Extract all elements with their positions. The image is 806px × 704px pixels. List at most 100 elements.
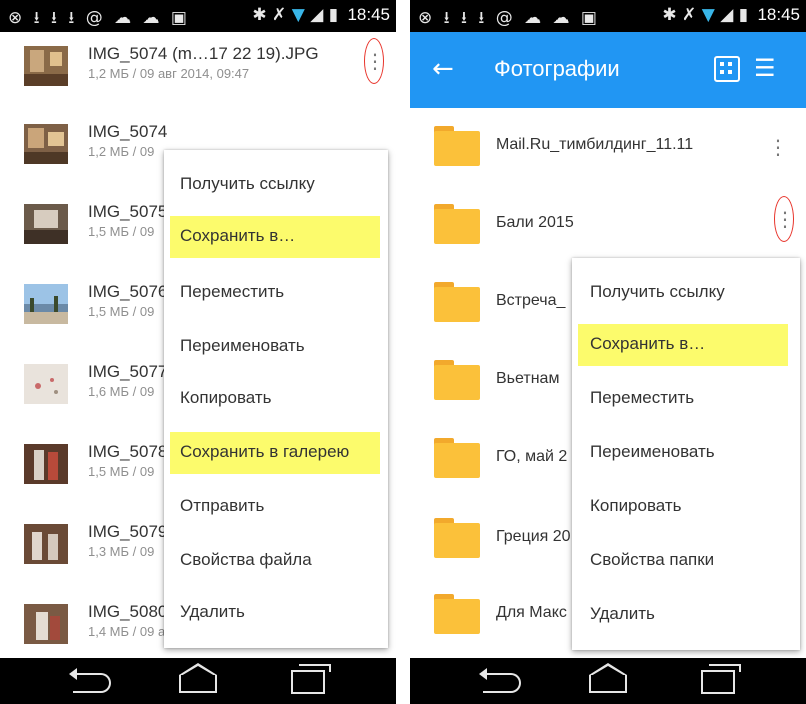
menu-item-get-link[interactable]: Получить ссылку bbox=[164, 164, 388, 206]
file-meta: 1,5 МБ / 09 bbox=[88, 304, 155, 319]
page-title: Фотографии bbox=[494, 56, 620, 81]
menu-item-label: Переименовать bbox=[590, 442, 715, 461]
nav-bar bbox=[410, 658, 806, 704]
file-row[interactable]: IMG_5074 (m…17 22 19).JPG 1,2 МБ / 09 ав… bbox=[0, 32, 396, 110]
more-options-icon[interactable]: ⋮ bbox=[364, 38, 385, 84]
menu-item-folder-properties[interactable]: Свойства папки bbox=[572, 540, 800, 582]
recent-apps-icon[interactable] bbox=[696, 664, 741, 696]
bluetooth-icon: ✱ ✗ bbox=[252, 5, 287, 25]
status-right: ✱ ✗ ▼ ◢ ▮ 18:45 bbox=[662, 5, 800, 25]
signal-icon: ◢ bbox=[310, 5, 324, 25]
back-nav-icon[interactable] bbox=[69, 666, 114, 696]
status-bar: ⊗ ⭳ ⭳ ⭳ @ ☁ ☁ ▣ ✱ ✗ ▼ ◢ ▮ 18:45 bbox=[0, 0, 396, 32]
back-nav-icon[interactable] bbox=[479, 666, 524, 696]
file-meta: 1,2 МБ / 09 bbox=[88, 144, 155, 159]
status-right: ✱ ✗ ▼ ◢ ▮ 18:45 bbox=[252, 5, 390, 25]
menu-item-move[interactable]: Переместить bbox=[164, 272, 388, 314]
home-nav-icon[interactable] bbox=[176, 663, 220, 696]
folder-name: Встреча_ bbox=[496, 292, 566, 309]
photo-thumbnail bbox=[24, 524, 68, 564]
battery-icon: ▮ bbox=[328, 5, 339, 25]
wifi-icon: ▼ bbox=[291, 5, 305, 25]
menu-item-save-to[interactable]: Сохранить в… bbox=[572, 324, 800, 366]
file-meta: 1,3 МБ / 09 bbox=[88, 544, 155, 559]
menu-item-copy[interactable]: Копировать bbox=[164, 378, 388, 420]
file-name: IMG_5074 bbox=[88, 122, 168, 141]
menu-item-label: Получить ссылку bbox=[180, 174, 315, 193]
menu-item-delete[interactable]: Удалить bbox=[572, 594, 800, 636]
bluetooth-icon: ✱ ✗ bbox=[662, 5, 697, 25]
menu-item-label: Переместить bbox=[590, 388, 695, 407]
folder-name: Бали 2015 bbox=[496, 214, 574, 231]
file-name: IMG_5075 bbox=[88, 202, 168, 221]
file-name: IMG_5079 bbox=[88, 522, 168, 541]
notification-icons: ⊗ ⭳ ⭳ ⭳ @ ☁ ☁ ▣ bbox=[8, 8, 190, 28]
folder-row[interactable]: Mail.Ru_тимбилдинг_11.11 ⋮ bbox=[410, 108, 806, 188]
menu-item-file-properties[interactable]: Свойства файла bbox=[164, 540, 388, 582]
folder-icon bbox=[434, 360, 480, 400]
photo-thumbnail bbox=[24, 204, 68, 244]
file-meta: 1,5 МБ / 09 bbox=[88, 464, 155, 479]
file-meta: 1,5 МБ / 09 bbox=[88, 224, 155, 239]
folder-name: Для Макс bbox=[496, 604, 567, 621]
menu-item-label: Сохранить в… bbox=[180, 226, 296, 245]
menu-item-label: Копировать bbox=[590, 496, 682, 515]
notification-icons: ⊗ ⭳ ⭳ ⭳ @ ☁ ☁ ▣ bbox=[418, 8, 600, 28]
folder-name: ГО, май 2 bbox=[496, 448, 568, 465]
photo-thumbnail bbox=[24, 364, 68, 404]
file-name: IMG_5076 bbox=[88, 282, 168, 301]
sort-icon[interactable]: ☰ bbox=[754, 54, 776, 82]
signal-icon: ◢ bbox=[720, 5, 734, 25]
context-menu: Получить ссылку Сохранить в… Переместить… bbox=[164, 150, 388, 648]
context-menu: Получить ссылку Сохранить в… Переместить… bbox=[572, 258, 800, 650]
folder-name: Mail.Ru_тимбилдинг_11.11 bbox=[496, 136, 694, 153]
more-options-icon[interactable]: ⋮ bbox=[768, 130, 788, 164]
menu-item-get-link[interactable]: Получить ссылку bbox=[572, 272, 800, 314]
folder-name: Греция 20 bbox=[496, 528, 571, 545]
more-options-icon[interactable]: ⋮ bbox=[774, 196, 795, 242]
folder-icon bbox=[434, 594, 480, 634]
menu-item-label: Удалить bbox=[590, 604, 655, 623]
grid-view-icon[interactable] bbox=[714, 56, 740, 82]
status-bar: ⊗ ⭳ ⭳ ⭳ @ ☁ ☁ ▣ ✱ ✗ ▼ ◢ ▮ 18:45 bbox=[410, 0, 806, 32]
menu-item-send[interactable]: Отправить bbox=[164, 486, 388, 528]
folder-icon bbox=[434, 282, 480, 322]
clock: 18:45 bbox=[347, 5, 390, 24]
home-nav-icon[interactable] bbox=[586, 663, 630, 696]
left-screen: ⊗ ⭳ ⭳ ⭳ @ ☁ ☁ ▣ ✱ ✗ ▼ ◢ ▮ 18:45 IMG_5074… bbox=[0, 0, 396, 704]
menu-item-rename[interactable]: Переименовать bbox=[164, 326, 388, 368]
menu-item-save-to-gallery[interactable]: Сохранить в галерею bbox=[164, 432, 388, 474]
wifi-icon: ▼ bbox=[701, 5, 715, 25]
menu-item-label: Сохранить в… bbox=[590, 334, 706, 353]
file-name: IMG_5080 bbox=[88, 602, 168, 621]
folder-name: Вьетнам bbox=[496, 370, 560, 387]
photo-thumbnail bbox=[24, 604, 68, 644]
file-name: IMG_5074 (m…17 22 19).JPG bbox=[88, 44, 319, 63]
photo-thumbnail bbox=[24, 284, 68, 324]
menu-item-label: Отправить bbox=[180, 496, 265, 515]
menu-item-label: Свойства файла bbox=[180, 550, 312, 569]
menu-item-move[interactable]: Переместить bbox=[572, 378, 800, 420]
nav-bar bbox=[0, 658, 396, 704]
file-name: IMG_5077 bbox=[88, 362, 168, 381]
menu-item-delete[interactable]: Удалить bbox=[164, 592, 388, 634]
right-screen: ⊗ ⭳ ⭳ ⭳ @ ☁ ☁ ▣ ✱ ✗ ▼ ◢ ▮ 18:45 ← Фотогр… bbox=[410, 0, 806, 704]
menu-item-label: Копировать bbox=[180, 388, 272, 407]
back-arrow-icon[interactable]: ← bbox=[432, 54, 454, 84]
photo-thumbnail bbox=[24, 124, 68, 164]
file-meta: 1,6 МБ / 09 bbox=[88, 384, 155, 399]
menu-item-label: Сохранить в галерею bbox=[180, 442, 350, 461]
folder-icon bbox=[434, 204, 480, 244]
menu-item-label: Переименовать bbox=[180, 336, 305, 355]
menu-item-label: Удалить bbox=[180, 602, 245, 621]
recent-apps-icon[interactable] bbox=[286, 664, 331, 696]
menu-item-save-to[interactable]: Сохранить в… bbox=[164, 216, 388, 258]
menu-item-label: Переместить bbox=[180, 282, 285, 301]
menu-item-label: Получить ссылку bbox=[590, 282, 725, 301]
menu-item-copy[interactable]: Копировать bbox=[572, 486, 800, 528]
menu-item-label: Свойства папки bbox=[590, 550, 715, 569]
menu-item-rename[interactable]: Переименовать bbox=[572, 432, 800, 474]
photo-thumbnail bbox=[24, 46, 68, 86]
file-meta: 1,2 МБ / 09 авг 2014, 09:47 bbox=[88, 66, 250, 81]
folder-row[interactable]: Бали 2015 ⋮ bbox=[410, 186, 806, 266]
